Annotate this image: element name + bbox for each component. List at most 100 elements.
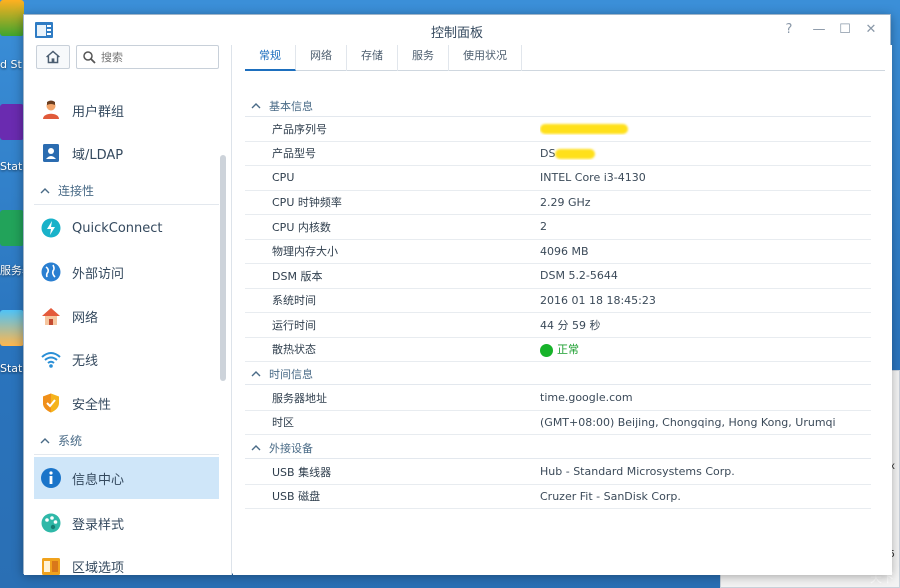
globe-icon (41, 262, 61, 282)
video-station-icon[interactable] (0, 104, 24, 140)
desktop-label: d St (0, 58, 22, 71)
sidebar-item-domain-ldap[interactable]: 域/LDAP (34, 132, 219, 174)
wifi-icon (41, 352, 61, 368)
palette-icon (41, 513, 61, 533)
sidebar-item-label: 用户群组 (72, 104, 125, 120)
home-button[interactable] (36, 45, 70, 69)
info-key: 物理内存大小 (272, 245, 338, 259)
sidebar-item-security[interactable]: 安全性 (34, 382, 219, 424)
info-row: 产品序列号 (245, 117, 871, 142)
minimize-button[interactable]: — (810, 21, 828, 39)
tab-network[interactable]: 网络 (296, 45, 347, 71)
sidebar-item-user-group[interactable]: 用户群组 (34, 89, 219, 131)
sidebar-item-label: 网络 (72, 310, 99, 326)
shield-icon (43, 393, 59, 413)
info-key: 服务器地址 (272, 391, 327, 405)
section-label: 系统 (58, 434, 83, 448)
quickconnect-icon (41, 218, 61, 238)
sidebar-item-login-style[interactable]: 登录样式 (34, 502, 219, 544)
info-row: 物理内存大小 4096 MB (245, 240, 871, 264)
info-value: 4096 MB (540, 244, 589, 258)
sidebar: 用户群组 域/LDAP 连接性 QuickConnect (24, 45, 232, 575)
section-label: 连接性 (58, 184, 95, 198)
search-icon (83, 51, 96, 64)
section-system[interactable]: 系统 (34, 427, 219, 455)
group-title: 外接设备 (269, 441, 313, 455)
tab-services[interactable]: 服务 (398, 45, 449, 71)
sidebar-item-external-access[interactable]: 外部访问 (34, 251, 219, 293)
info-value: 正常 (540, 341, 871, 357)
tab-general[interactable]: 常规 (245, 45, 296, 71)
info-value: INTEL Core i3-4130 (540, 171, 646, 185)
info-row: 产品型号 DS (245, 142, 871, 166)
maximize-button[interactable]: ☐ (836, 21, 854, 39)
info-key: 散热状态 (272, 343, 316, 357)
info-value: 2016 01 18 18:45:23 (540, 293, 656, 307)
search-box[interactable] (76, 45, 219, 69)
info-row: 服务器地址 time.google.com (245, 386, 871, 411)
user-group-icon (43, 100, 59, 119)
info-value (540, 122, 871, 135)
info-row: CPU 内核数 2 (245, 215, 871, 240)
sidebar-item-label: QuickConnect (72, 220, 163, 236)
house-network-icon (42, 308, 60, 325)
tab-bar: 常规 网络 存储 服务 使用状况 (245, 45, 885, 71)
download-station-icon[interactable] (0, 0, 24, 36)
info-row: USB 集线器 Hub - Standard Microsystems Corp… (245, 460, 871, 485)
info-key: DSM 版本 (272, 269, 323, 283)
section-connectivity[interactable]: 连接性 (34, 177, 219, 205)
info-value: (GMT+08:00) Beijing, Chongqing, Hong Kon… (540, 415, 836, 429)
info-row: 时区 (GMT+08:00) Beijing, Chongqing, Hong … (245, 411, 871, 435)
group-title: 时间信息 (269, 367, 313, 381)
info-key: CPU 时钟频率 (272, 196, 342, 210)
sidebar-item-network[interactable]: 网络 (34, 295, 219, 337)
info-row: USB 磁盘 Cruzer Fit - SanDisk Corp. (245, 485, 871, 509)
redacted-model (555, 148, 596, 159)
sidebar-item-wireless[interactable]: 无线 (34, 338, 219, 380)
desktop-label: Stati (0, 160, 26, 173)
info-value: DSM 5.2-5644 (540, 269, 618, 283)
info-key: USB 集线器 (272, 465, 332, 479)
info-key: 时区 (272, 416, 294, 430)
tab-usage[interactable]: 使用状况 (449, 45, 522, 71)
info-value: time.google.com (540, 391, 633, 405)
chevron-up-icon (251, 102, 261, 108)
info-key: 运行时间 (272, 318, 316, 332)
sidebar-item-label: 外部访问 (72, 266, 125, 282)
group-title: 基本信息 (269, 99, 313, 113)
search-input[interactable] (101, 48, 213, 66)
info-row: DSM 版本 DSM 5.2-5644 (245, 264, 871, 289)
sidebar-item-info-center[interactable]: 信息中心 (34, 457, 219, 499)
info-icon (41, 468, 61, 488)
info-value: 2.29 GHz (540, 195, 591, 209)
photo-station-icon[interactable] (0, 310, 24, 346)
group-basic-info[interactable]: 基本信息 (245, 95, 871, 117)
info-key: 产品序列号 (272, 122, 327, 136)
group-time-info[interactable]: 时间信息 (245, 363, 871, 385)
tab-storage[interactable]: 存储 (347, 45, 398, 71)
chevron-up-icon (40, 437, 50, 443)
sidebar-item-label: 区域选项 (72, 560, 125, 576)
info-value: DS (540, 147, 871, 160)
group-external-devices[interactable]: 外接设备 (245, 437, 871, 459)
info-row: 运行时间 44 分 59 秒 (245, 313, 871, 338)
media-server-icon[interactable] (0, 210, 24, 246)
domain-ldap-icon (43, 144, 59, 162)
sidebar-scrollbar[interactable] (220, 155, 226, 381)
close-button[interactable]: ✕ (862, 21, 880, 39)
info-key: 系统时间 (272, 294, 316, 308)
home-icon (46, 50, 60, 64)
sidebar-item-quickconnect[interactable]: QuickConnect (34, 207, 219, 249)
sidebar-item-label: 域/LDAP (72, 147, 124, 163)
title-bar[interactable]: 控制面板 ? — ☐ ✕ (24, 15, 890, 45)
info-key: USB 磁盘 (272, 490, 321, 504)
sidebar-item-label: 信息中心 (72, 472, 125, 488)
chevron-up-icon (251, 444, 261, 450)
sidebar-item-regional-options[interactable]: 区域选项 (34, 545, 219, 575)
info-value: 2 (540, 220, 547, 234)
help-button[interactable]: ? (780, 21, 798, 39)
sidebar-item-label: 登录样式 (72, 517, 125, 533)
control-panel-window: 控制面板 ? — ☐ ✕ 用户群组 (23, 14, 892, 575)
info-value: Cruzer Fit - SanDisk Corp. (540, 489, 681, 503)
redacted-serial (540, 124, 628, 135)
